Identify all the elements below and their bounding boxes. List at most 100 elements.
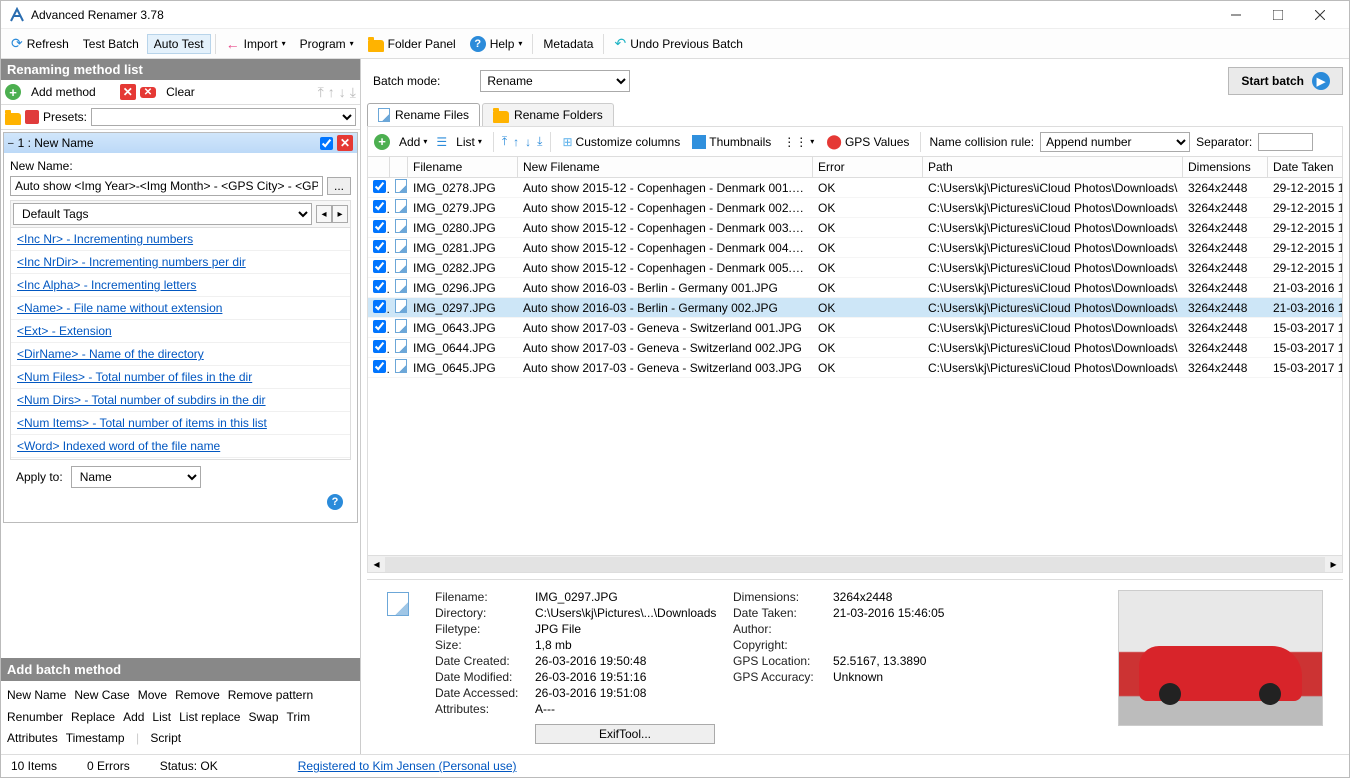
row-checkbox[interactable] bbox=[373, 340, 386, 353]
undo-button[interactable]: ↶Undo Previous Batch bbox=[608, 33, 748, 54]
add-files-button[interactable]: Add▾ bbox=[396, 133, 430, 151]
batch-method-remove[interactable]: Remove bbox=[175, 688, 220, 702]
row-checkbox[interactable] bbox=[373, 280, 386, 293]
exiftool-button[interactable]: ExifTool... bbox=[535, 724, 715, 744]
move-down-icon[interactable]: ↓ bbox=[525, 135, 531, 149]
test-batch-button[interactable]: Test Batch bbox=[77, 35, 145, 53]
move-down-icon[interactable]: ↓ bbox=[339, 84, 346, 100]
customize-columns-button[interactable]: ⊞Customize columns bbox=[559, 133, 683, 151]
row-checkbox[interactable] bbox=[373, 220, 386, 233]
metadata-button[interactable]: Metadata bbox=[537, 35, 599, 53]
col-error[interactable]: Error bbox=[813, 157, 923, 177]
method-enable-checkbox[interactable] bbox=[320, 137, 333, 150]
display-options-button[interactable]: ⋮⋮▾ bbox=[780, 133, 817, 151]
row-checkbox[interactable] bbox=[373, 200, 386, 213]
list-button[interactable]: List▾ bbox=[453, 133, 485, 151]
tag-link[interactable]: <Num Dirs> - Total number of subdirs in … bbox=[11, 389, 350, 412]
browse-tags-button[interactable]: ... bbox=[327, 177, 351, 195]
batch-method-attributes[interactable]: Attributes bbox=[7, 731, 58, 745]
row-checkbox[interactable] bbox=[373, 300, 386, 313]
batch-method-timestamp[interactable]: Timestamp bbox=[66, 731, 125, 745]
batch-method-swap[interactable]: Swap bbox=[248, 710, 278, 724]
registration-link[interactable]: Registered to Kim Jensen (Personal use) bbox=[298, 759, 517, 773]
move-bottom-icon[interactable]: ⤓ bbox=[537, 134, 542, 149]
col-datetaken[interactable]: Date Taken bbox=[1268, 157, 1343, 177]
tag-link[interactable]: <Inc Alpha> - Incrementing letters bbox=[11, 274, 350, 297]
presets-dropdown[interactable] bbox=[91, 108, 356, 126]
move-up-icon[interactable]: ↑ bbox=[513, 135, 519, 149]
table-row[interactable]: IMG_0279.JPG Auto show 2015-12 - Copenha… bbox=[368, 198, 1342, 218]
row-checkbox[interactable] bbox=[373, 240, 386, 253]
collision-dropdown[interactable]: Append number bbox=[1040, 132, 1190, 152]
batch-method-list[interactable]: List bbox=[152, 710, 171, 724]
table-row[interactable]: IMG_0282.JPG Auto show 2015-12 - Copenha… bbox=[368, 258, 1342, 278]
tag-link[interactable]: <Num Items> - Total number of items in t… bbox=[11, 412, 350, 435]
remove-method-button[interactable]: ✕ bbox=[337, 135, 353, 151]
move-bottom-icon[interactable]: ⤓ bbox=[350, 84, 356, 101]
batch-method-add[interactable]: Add bbox=[123, 710, 144, 724]
table-row[interactable]: IMG_0296.JPG Auto show 2016-03 - Berlin … bbox=[368, 278, 1342, 298]
table-row[interactable]: IMG_0643.JPG Auto show 2017-03 - Geneva … bbox=[368, 318, 1342, 338]
separator-input[interactable] bbox=[1258, 133, 1313, 151]
clear-button[interactable]: Clear bbox=[160, 83, 201, 101]
batch-method-new-name[interactable]: New Name bbox=[7, 688, 66, 702]
table-row[interactable]: IMG_0280.JPG Auto show 2015-12 - Copenha… bbox=[368, 218, 1342, 238]
tab-rename-files[interactable]: Rename Files bbox=[367, 103, 480, 126]
tag-link[interactable]: <Word> Indexed word of the file name bbox=[11, 435, 350, 458]
row-checkbox[interactable] bbox=[373, 320, 386, 333]
import-button[interactable]: ←Import▾ bbox=[220, 34, 292, 54]
tag-link[interactable]: <Inc Nr> - Incrementing numbers bbox=[11, 228, 350, 251]
tags-next-button[interactable]: ▸ bbox=[332, 205, 348, 223]
method-help-icon[interactable]: ? bbox=[327, 494, 343, 510]
gps-values-button[interactable]: ⬤GPS Values bbox=[823, 131, 912, 152]
table-row[interactable]: IMG_0297.JPG Auto show 2016-03 - Berlin … bbox=[368, 298, 1342, 318]
table-row[interactable]: IMG_0281.JPG Auto show 2015-12 - Copenha… bbox=[368, 238, 1342, 258]
maximize-button[interactable] bbox=[1257, 2, 1299, 28]
table-row[interactable]: IMG_0645.JPG Auto show 2017-03 - Geneva … bbox=[368, 358, 1342, 378]
tag-link[interactable]: <Ext> - Extension bbox=[11, 320, 350, 343]
save-preset-icon[interactable] bbox=[25, 110, 39, 124]
batch-method-trim[interactable]: Trim bbox=[287, 710, 311, 724]
move-top-icon[interactable]: ⤒ bbox=[502, 134, 507, 149]
batch-mode-dropdown[interactable]: Rename bbox=[480, 70, 630, 92]
default-tags-dropdown[interactable]: Default Tags bbox=[13, 203, 312, 225]
batch-method-new-case[interactable]: New Case bbox=[74, 688, 129, 702]
program-button[interactable]: Program▾ bbox=[294, 35, 360, 53]
table-row[interactable]: IMG_0644.JPG Auto show 2017-03 - Geneva … bbox=[368, 338, 1342, 358]
batch-method-renumber[interactable]: Renumber bbox=[7, 710, 63, 724]
col-filename[interactable]: Filename bbox=[408, 157, 518, 177]
delete-icon[interactable]: ✕ bbox=[120, 84, 136, 100]
batch-method-script[interactable]: Script bbox=[150, 731, 181, 745]
tag-link[interactable]: <Num Files> - Total number of files in t… bbox=[11, 366, 350, 389]
batch-method-replace[interactable]: Replace bbox=[71, 710, 115, 724]
move-up-icon[interactable]: ↑ bbox=[328, 84, 335, 100]
auto-test-button[interactable]: Auto Test bbox=[147, 34, 211, 54]
table-row[interactable]: IMG_0278.JPG Auto show 2015-12 - Copenha… bbox=[368, 178, 1342, 198]
tab-rename-folders[interactable]: Rename Folders bbox=[482, 103, 614, 126]
tag-link[interactable]: <Name> - File name without extension bbox=[11, 297, 350, 320]
start-batch-button[interactable]: Start batch ▶ bbox=[1228, 67, 1343, 95]
collapse-icon[interactable]: – bbox=[8, 138, 14, 149]
tag-link[interactable]: <Inc NrDir> - Incrementing numbers per d… bbox=[11, 251, 350, 274]
batch-method-move[interactable]: Move bbox=[138, 688, 167, 702]
open-preset-icon[interactable] bbox=[5, 113, 21, 125]
refresh-button[interactable]: ⟳Refresh bbox=[5, 33, 75, 54]
batch-method-remove-pattern[interactable]: Remove pattern bbox=[228, 688, 313, 702]
batch-method-list-replace[interactable]: List replace bbox=[179, 710, 240, 724]
add-method-button[interactable]: Add method bbox=[25, 83, 102, 101]
col-path[interactable]: Path bbox=[923, 157, 1183, 177]
col-dimensions[interactable]: Dimensions bbox=[1183, 157, 1268, 177]
tag-link[interactable]: <DirName> - Name of the directory bbox=[11, 343, 350, 366]
tags-prev-button[interactable]: ◂ bbox=[316, 205, 332, 223]
row-checkbox[interactable] bbox=[373, 260, 386, 273]
row-checkbox[interactable] bbox=[373, 360, 386, 373]
apply-to-dropdown[interactable]: Name bbox=[71, 466, 201, 488]
row-checkbox[interactable] bbox=[373, 180, 386, 193]
col-new-filename[interactable]: New Filename bbox=[518, 157, 813, 177]
move-top-icon[interactable]: ⤒ bbox=[318, 84, 324, 101]
help-button[interactable]: ?Help▾ bbox=[464, 34, 529, 54]
minimize-button[interactable] bbox=[1215, 2, 1257, 28]
folder-panel-button[interactable]: Folder Panel bbox=[362, 35, 462, 53]
horizontal-scrollbar[interactable]: ◂▸ bbox=[368, 555, 1342, 572]
close-button[interactable] bbox=[1299, 2, 1341, 28]
